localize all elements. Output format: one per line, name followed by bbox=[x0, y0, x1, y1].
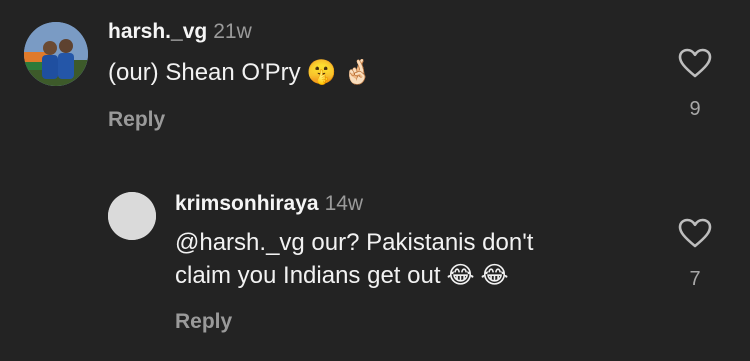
comment-text: @harsh._vg our? Pakistanis don't claim y… bbox=[175, 226, 533, 292]
heart-icon bbox=[678, 218, 712, 248]
like-count: 7 bbox=[689, 268, 701, 290]
tears-of-joy-emoji: 😂 bbox=[446, 261, 475, 289]
comment-timestamp: 14w bbox=[324, 192, 364, 215]
avatar[interactable] bbox=[108, 192, 156, 240]
comment-body-line: claim you Indians get out 😂 😂 bbox=[175, 259, 533, 292]
comment-username[interactable]: krimsonhiraya 14w bbox=[175, 192, 363, 216]
default-avatar-icon bbox=[108, 192, 156, 240]
comment-body-text: claim you Indians get out bbox=[175, 262, 441, 289]
like-button[interactable] bbox=[678, 218, 712, 248]
tears-of-joy-emoji: 😂 bbox=[480, 261, 509, 289]
reply-comment: krimsonhiraya 14w @harsh._vg our? Pakista… bbox=[0, 0, 750, 361]
reply-button[interactable]: Reply bbox=[175, 310, 232, 334]
username-text[interactable]: krimsonhiraya bbox=[175, 192, 319, 215]
comment-body-line: @harsh._vg our? Pakistanis don't bbox=[175, 229, 534, 256]
